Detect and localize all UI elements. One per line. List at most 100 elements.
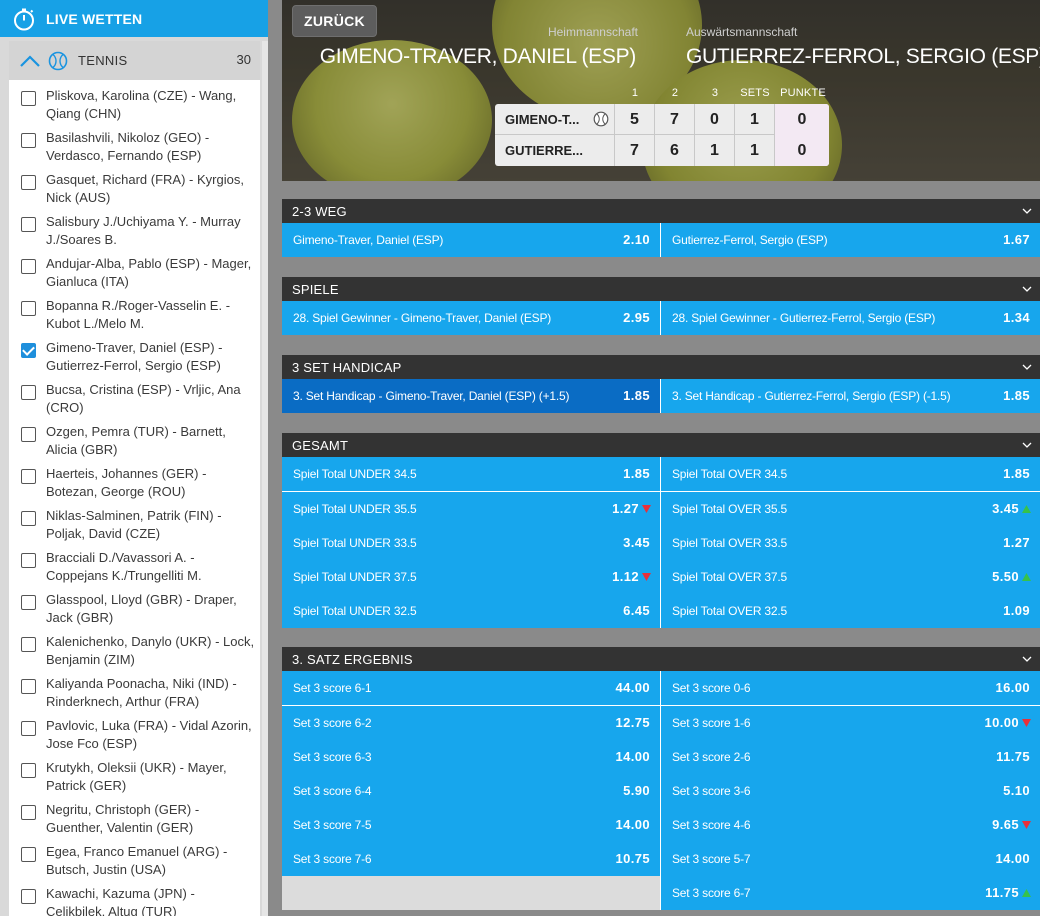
match-list-item[interactable]: Krutykh, Oleksii (UKR) - Mayer, Patrick …: [9, 758, 260, 800]
market-header[interactable]: 3. SATZ ERGEBNIS: [282, 647, 1040, 671]
scoreboard-row-home: GIMENO-T... 5 7 0 1 0: [495, 104, 829, 135]
match-checkbox[interactable]: [21, 805, 36, 820]
away-team-label: Auswärtsmannschaft: [686, 25, 798, 39]
match-checkbox[interactable]: [21, 259, 36, 274]
bet-option[interactable]: Spiel Total OVER 33.5 1.27: [661, 526, 1040, 560]
match-checkbox[interactable]: [21, 385, 36, 400]
back-button[interactable]: ZURÜCK: [292, 5, 377, 37]
match-list-item[interactable]: Kawachi, Kazuma (JPN) - Celikbilek, Altu…: [9, 884, 260, 916]
bet-option[interactable]: Set 3 score 0-6 16.00: [661, 671, 1040, 705]
match-list-item[interactable]: Bracciali D./Vavassori A. - Coppejans K.…: [9, 548, 260, 590]
bet-option[interactable]: 28. Spiel Gewinner - Gutierrez-Ferrol, S…: [661, 301, 1040, 335]
bet-option[interactable]: Set 3 score 6-2 12.75: [282, 706, 661, 740]
bet-option[interactable]: Spiel Total OVER 34.5 1.85: [661, 457, 1040, 491]
market-body: 3. Set Handicap - Gimeno-Traver, Daniel …: [282, 379, 1040, 413]
match-list-item[interactable]: Bucsa, Cristina (ESP) - Vrljic, Ana (CRO…: [9, 380, 260, 422]
chevron-up-icon[interactable]: [19, 53, 41, 69]
match-checkbox[interactable]: [21, 637, 36, 652]
match-checkbox[interactable]: [21, 679, 36, 694]
bet-option[interactable]: Set 3 score 1-6 10.00: [661, 706, 1040, 740]
match-list-item[interactable]: Andujar-Alba, Pablo (ESP) - Mager, Gianl…: [9, 254, 260, 296]
bet-option[interactable]: Set 3 score 4-6 9.65: [661, 808, 1040, 842]
market-row: Spiel Total UNDER 35.5 1.27 Spiel Total OV…: [282, 491, 1040, 526]
odds-value: 1.85: [1003, 388, 1030, 403]
bet-option[interactable]: Spiel Total UNDER 34.5 1.85: [282, 457, 661, 491]
match-checkbox[interactable]: [21, 553, 36, 568]
match-list-item[interactable]: Niklas-Salminen, Patrik (FIN) - Poljak, …: [9, 506, 260, 548]
match-list-item[interactable]: Salisbury J./Uchiyama Y. - Murray J./Soa…: [9, 212, 260, 254]
bet-option[interactable]: Spiel Total UNDER 37.5 1.12: [282, 560, 661, 594]
bet-option[interactable]: Set 3 score 6-7 11.75: [661, 876, 1040, 910]
match-checkbox[interactable]: [21, 175, 36, 190]
bet-option[interactable]: Spiel Total OVER 35.5 3.45: [661, 492, 1040, 526]
match-checkbox[interactable]: [21, 469, 36, 484]
match-list-item[interactable]: Kaliyanda Poonacha, Niki (IND) - Rinderk…: [9, 674, 260, 716]
sidebar-scrollbar[interactable]: [262, 41, 268, 916]
event-main: ZURÜCK Heimmannschaft Auswärtsmannschaft…: [282, 0, 1040, 916]
match-list-item[interactable]: Gimeno-Traver, Daniel (ESP) - Gutierrez-…: [9, 338, 260, 380]
bet-option[interactable]: 3. Set Handicap - Gutierrez-Ferrol, Serg…: [661, 379, 1040, 413]
bet-option[interactable]: Spiel Total OVER 37.5 5.50: [661, 560, 1040, 594]
bet-option[interactable]: Gutierrez-Ferrol, Sergio (ESP) 1.67: [661, 223, 1040, 257]
bet-label: Spiel Total OVER 33.5: [672, 536, 787, 550]
match-list-item[interactable]: Negritu, Christoph (GER) - Guenther, Val…: [9, 800, 260, 842]
bet-option[interactable]: Spiel Total UNDER 33.5 3.45: [282, 526, 661, 560]
match-list-item[interactable]: Glasspool, Lloyd (GBR) - Draper, Jack (G…: [9, 590, 260, 632]
bet-option[interactable]: Set 3 score 3-6 5.10: [661, 774, 1040, 808]
match-name: Niklas-Salminen, Patrik (FIN) - Poljak, …: [46, 508, 222, 541]
match-checkbox[interactable]: [21, 847, 36, 862]
match-checkbox[interactable]: [21, 217, 36, 232]
chevron-down-icon[interactable]: [1022, 207, 1032, 215]
market-header[interactable]: 2-3 WEG: [282, 199, 1040, 223]
match-list-item[interactable]: Egea, Franco Emanuel (ARG) - Butsch, Jus…: [9, 842, 260, 884]
bet-option[interactable]: Set 3 score 5-7 14.00: [661, 842, 1040, 876]
match-checkbox[interactable]: [21, 889, 36, 904]
tennis-ball-icon: [48, 51, 68, 70]
match-list-item[interactable]: Gasquet, Richard (FRA) - Kyrgios, Nick (…: [9, 170, 260, 212]
bet-option[interactable]: Set 3 score 6-4 5.90: [282, 774, 661, 808]
match-checkbox[interactable]: [21, 301, 36, 316]
chevron-down-icon[interactable]: [1022, 441, 1032, 449]
bet-option[interactable]: Gimeno-Traver, Daniel (ESP) 2.10: [282, 223, 661, 257]
match-checkbox[interactable]: [21, 595, 36, 610]
bet-option[interactable]: Set 3 score 7-6 10.75: [282, 842, 661, 876]
match-checkbox[interactable]: [21, 343, 36, 358]
bet-option[interactable]: Spiel Total OVER 32.5 1.09: [661, 594, 1040, 628]
bet-option[interactable]: 3. Set Handicap - Gimeno-Traver, Daniel …: [282, 379, 661, 413]
match-list-item[interactable]: Kalenichenko, Danylo (UKR) - Lock, Benja…: [9, 632, 260, 674]
sport-panel: TENNIS 30 Pliskova, Karolina (CZE) - Wan…: [9, 41, 260, 916]
match-checkbox[interactable]: [21, 511, 36, 526]
scoreboard-player-name: GUTIERRE...: [505, 143, 584, 158]
match-list-item[interactable]: Ozgen, Pemra (TUR) - Barnett, Alicia (GB…: [9, 422, 260, 464]
market-header[interactable]: SPIELE: [282, 277, 1040, 301]
market-header[interactable]: 3 SET HANDICAP: [282, 355, 1040, 379]
bet-option[interactable]: Spiel Total UNDER 32.5 6.45: [282, 594, 661, 628]
match-checkbox[interactable]: [21, 91, 36, 106]
match-list-item[interactable]: Pliskova, Karolina (CZE) - Wang, Qiang (…: [9, 86, 260, 128]
match-list-item[interactable]: Bopanna R./Roger-Vasselin E. - Kubot L./…: [9, 296, 260, 338]
market-title: 3 SET HANDICAP: [292, 359, 402, 375]
bet-option[interactable]: Set 3 score 2-6 11.75: [661, 740, 1040, 774]
chevron-down-icon[interactable]: [1022, 285, 1032, 293]
odds-value: 1.34: [1003, 310, 1030, 325]
bet-option[interactable]: Set 3 score 6-1 44.00: [282, 671, 661, 705]
bet-label: Spiel Total UNDER 32.5: [293, 604, 417, 618]
bet-option[interactable]: Set 3 score 7-5 14.00: [282, 808, 661, 842]
match-checkbox[interactable]: [21, 721, 36, 736]
sport-row-tennis[interactable]: TENNIS 30: [9, 41, 260, 80]
market-header[interactable]: GESAMT: [282, 433, 1040, 457]
score-header-points: PUNKTE: [780, 87, 826, 99]
bet-label: Spiel Total OVER 37.5: [672, 570, 787, 584]
chevron-down-icon[interactable]: [1022, 655, 1032, 663]
bet-option[interactable]: Spiel Total UNDER 35.5 1.27: [282, 492, 661, 526]
match-checkbox[interactable]: [21, 427, 36, 442]
match-list-item[interactable]: Haerteis, Johannes (GER) - Botezan, Geor…: [9, 464, 260, 506]
match-checkbox[interactable]: [21, 133, 36, 148]
match-checkbox[interactable]: [21, 763, 36, 778]
bet-option[interactable]: 28. Spiel Gewinner - Gimeno-Traver, Dani…: [282, 301, 661, 335]
chevron-down-icon[interactable]: [1022, 363, 1032, 371]
match-list-item[interactable]: Basilashvili, Nikoloz (GEO) - Verdasco, …: [9, 128, 260, 170]
bet-option[interactable]: Set 3 score 6-3 14.00: [282, 740, 661, 774]
live-betting-header[interactable]: LIVE WETTEN: [0, 0, 268, 37]
match-list-item[interactable]: Pavlovic, Luka (FRA) - Vidal Azorin, Jos…: [9, 716, 260, 758]
